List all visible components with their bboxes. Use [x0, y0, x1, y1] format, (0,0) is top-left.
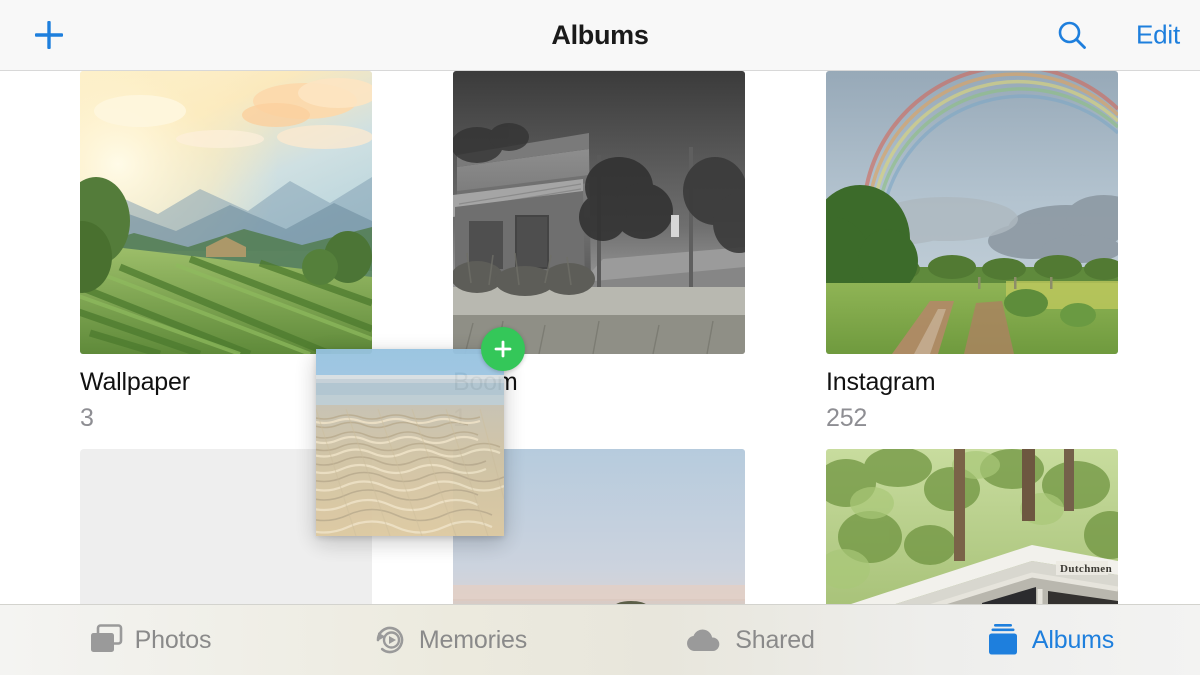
tab-label: Albums: [1031, 625, 1115, 654]
album-cell-camper[interactable]: Dutchmen: [826, 449, 1118, 604]
plus-icon: [494, 340, 512, 358]
tab-label: Shared: [735, 625, 815, 654]
memories-play-icon: [373, 623, 407, 657]
tab-albums[interactable]: Albums: [900, 605, 1200, 675]
photos-app-screen: Wallpaper 3 Instagram 252 Dutchmen Album…: [0, 0, 1200, 675]
tab-bar: Photos Memories Shared Albums: [0, 604, 1200, 675]
black-and-white-abandoned-building-art: [453, 71, 745, 354]
svg-text:Dutchmen: Dutchmen: [1060, 563, 1112, 575]
cloud-icon: [685, 626, 723, 654]
tab-photos[interactable]: Photos: [0, 605, 300, 675]
page-title: Albums: [551, 19, 649, 50]
album-thumbnail-wallpaper[interactable]: [80, 71, 372, 354]
album-cell-instagram[interactable]: Instagram 252: [826, 71, 1118, 433]
album-thumbnail-instagram[interactable]: [826, 71, 1118, 354]
search-icon: [1058, 21, 1086, 49]
search-button[interactable]: [1052, 15, 1092, 55]
tab-shared[interactable]: Shared: [600, 605, 900, 675]
albums-grid-scroll[interactable]: Wallpaper 3 Instagram 252 Dutchmen: [0, 71, 1200, 604]
albums-stack-icon: [986, 623, 1020, 657]
edit-button[interactable]: Edit: [1136, 20, 1180, 51]
vineyard-sunset-mountains-art: [80, 71, 372, 354]
navigation-bar: + Albums Edit: [0, 0, 1200, 71]
album-thumbnail-camper[interactable]: Dutchmen: [826, 449, 1118, 604]
album-title: Instagram: [826, 368, 936, 396]
album-thumbnail-boom[interactable]: [453, 71, 745, 354]
tab-label: Photos: [134, 625, 212, 654]
tab-label: Memories: [418, 625, 528, 654]
dutchmen-popup-camper-trees-art: Dutchmen: [826, 449, 1118, 604]
album-photo-count: 252: [826, 404, 868, 432]
beach-sand-ripples-art: [316, 349, 504, 536]
tab-memories[interactable]: Memories: [300, 605, 600, 675]
dragged-photo-thumbnail[interactable]: [316, 349, 504, 536]
photos-stack-icon: [89, 624, 123, 656]
rainbow-over-field-art: [826, 71, 1118, 354]
drop-add-badge-icon: [481, 327, 525, 371]
